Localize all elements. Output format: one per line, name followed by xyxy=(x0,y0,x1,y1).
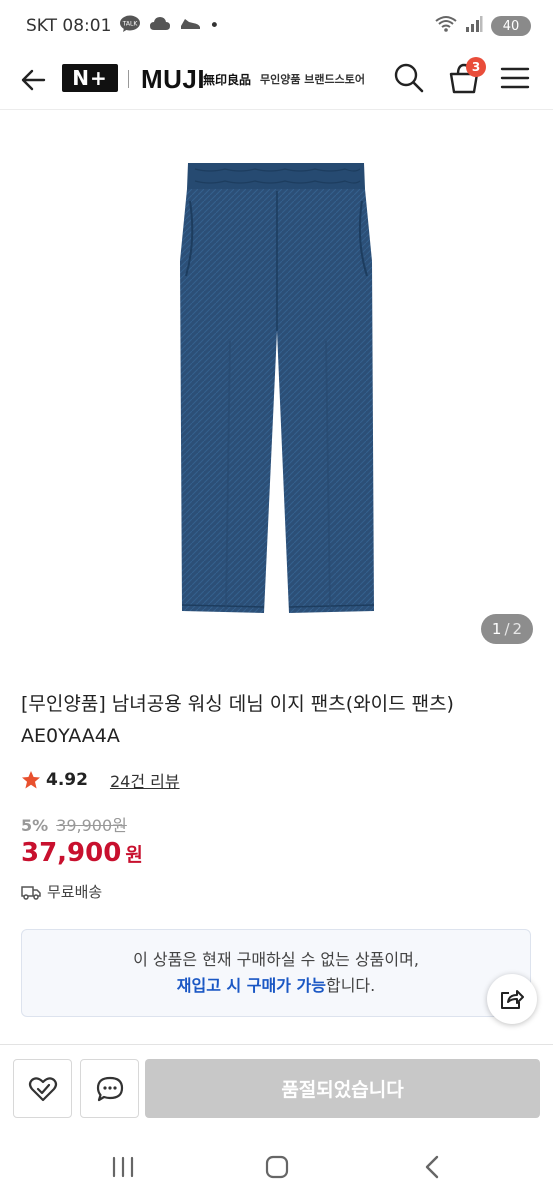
notice-line2-rest: 합니다. xyxy=(325,976,376,995)
hamburger-menu-icon xyxy=(500,67,530,89)
battery-indicator: 40 xyxy=(491,16,531,36)
product-image-gallery[interactable] xyxy=(0,111,553,660)
battery-level: 40 xyxy=(502,18,520,34)
soldout-notice: 이 상품은 현재 구매하실 수 없는 상품이며, 재입고 시 구매가 가능합니다… xyxy=(21,929,531,1017)
recent-apps-button[interactable] xyxy=(108,1153,138,1181)
store-name[interactable]: 무인양품 브랜드스토어 xyxy=(260,71,365,87)
currency-unit: 원 xyxy=(125,844,143,866)
recent-apps-icon xyxy=(112,1156,134,1178)
heart-check-icon xyxy=(28,1076,57,1101)
share-button[interactable] xyxy=(487,974,537,1024)
sale-price: 37,900 xyxy=(21,838,122,868)
nplus-logo[interactable]: N+ xyxy=(62,64,118,92)
cloud-icon xyxy=(149,16,171,37)
product-code: AE0YAA4A xyxy=(21,725,120,747)
status-left: SKT 08:01 TALK • xyxy=(26,15,219,38)
product-title-line1: [무인양품] 남녀공용 워싱 데님 이지 팬츠(와이드 팬츠) xyxy=(21,693,454,715)
talk-icon: TALK xyxy=(119,15,141,38)
soldout-button[interactable]: 품절되었습니다 xyxy=(145,1059,540,1118)
review-link[interactable]: 24건 리뷰 xyxy=(110,768,180,792)
system-nav-bar xyxy=(0,1134,553,1200)
sale-price-row: 37,900 원 xyxy=(21,838,143,868)
chat-bubble-icon xyxy=(96,1076,123,1101)
share-icon xyxy=(501,990,524,1009)
cart-count-badge: 3 xyxy=(466,57,486,77)
status-bar: SKT 08:01 TALK • 40 xyxy=(0,0,553,52)
notice-highlight: 재입고 시 구매가 가능 xyxy=(176,976,326,995)
talk-badge-text: TALK xyxy=(122,20,139,27)
wifi-icon xyxy=(435,15,457,38)
muji-kanji-logo: 無印良品 xyxy=(203,73,252,87)
original-price-row: 5% 39,900원 xyxy=(21,812,127,836)
nplus-logo-text: N+ xyxy=(72,66,108,90)
wishlist-button[interactable] xyxy=(13,1059,72,1118)
search-icon xyxy=(394,63,424,93)
home-button[interactable] xyxy=(262,1153,292,1181)
arrow-left-icon xyxy=(21,69,46,91)
shipping-row: 무료배송 xyxy=(21,881,102,902)
rating-row: 4.92 24건 리뷰 xyxy=(21,768,180,792)
search-button[interactable] xyxy=(393,62,425,94)
home-icon xyxy=(265,1155,289,1179)
rating-value: 4.92 xyxy=(46,770,88,790)
delivery-truck-icon xyxy=(21,885,41,900)
shoe-icon xyxy=(179,16,201,37)
chat-inquiry-button[interactable] xyxy=(80,1059,139,1118)
status-right: 40 xyxy=(435,15,531,38)
pager-total: 2 xyxy=(512,620,523,638)
pager-current: 1 xyxy=(491,620,502,638)
discount-rate: 5% xyxy=(21,816,49,835)
status-dot: • xyxy=(209,16,220,36)
product-title: [무인양품] 남녀공용 워싱 데님 이지 팬츠(와이드 팬츠) AE0YAA4A xyxy=(21,688,531,752)
image-pager: 1 / 2 xyxy=(481,614,533,644)
denim-pants-image xyxy=(180,163,375,613)
app-header: N+ MUJI 無印良品 무인양품 브랜드스토어 3 xyxy=(0,52,553,110)
shipping-label: 무료배송 xyxy=(47,883,103,901)
product-detail-page: SKT 08:01 TALK • 40 N+ MUJI 無印良品 무인양품 브랜… xyxy=(0,0,553,1200)
star-icon xyxy=(22,771,40,789)
back-button[interactable] xyxy=(18,65,48,95)
system-back-button[interactable] xyxy=(418,1153,448,1181)
pager-separator: / xyxy=(504,620,510,638)
carrier-time: SKT 08:01 xyxy=(26,16,112,36)
original-price: 39,900원 xyxy=(56,816,127,835)
chevron-left-icon xyxy=(425,1155,439,1179)
menu-button[interactable] xyxy=(500,64,530,92)
purchase-bar: 품절되었습니다 xyxy=(0,1044,553,1132)
muji-logo[interactable]: MUJI xyxy=(141,64,205,95)
brand-divider xyxy=(128,70,129,88)
signal-icon xyxy=(465,15,483,38)
notice-line2: 재입고 시 구매가 가능합니다. xyxy=(22,973,530,999)
notice-line1: 이 상품은 현재 구매하실 수 없는 상품이며, xyxy=(133,950,419,969)
